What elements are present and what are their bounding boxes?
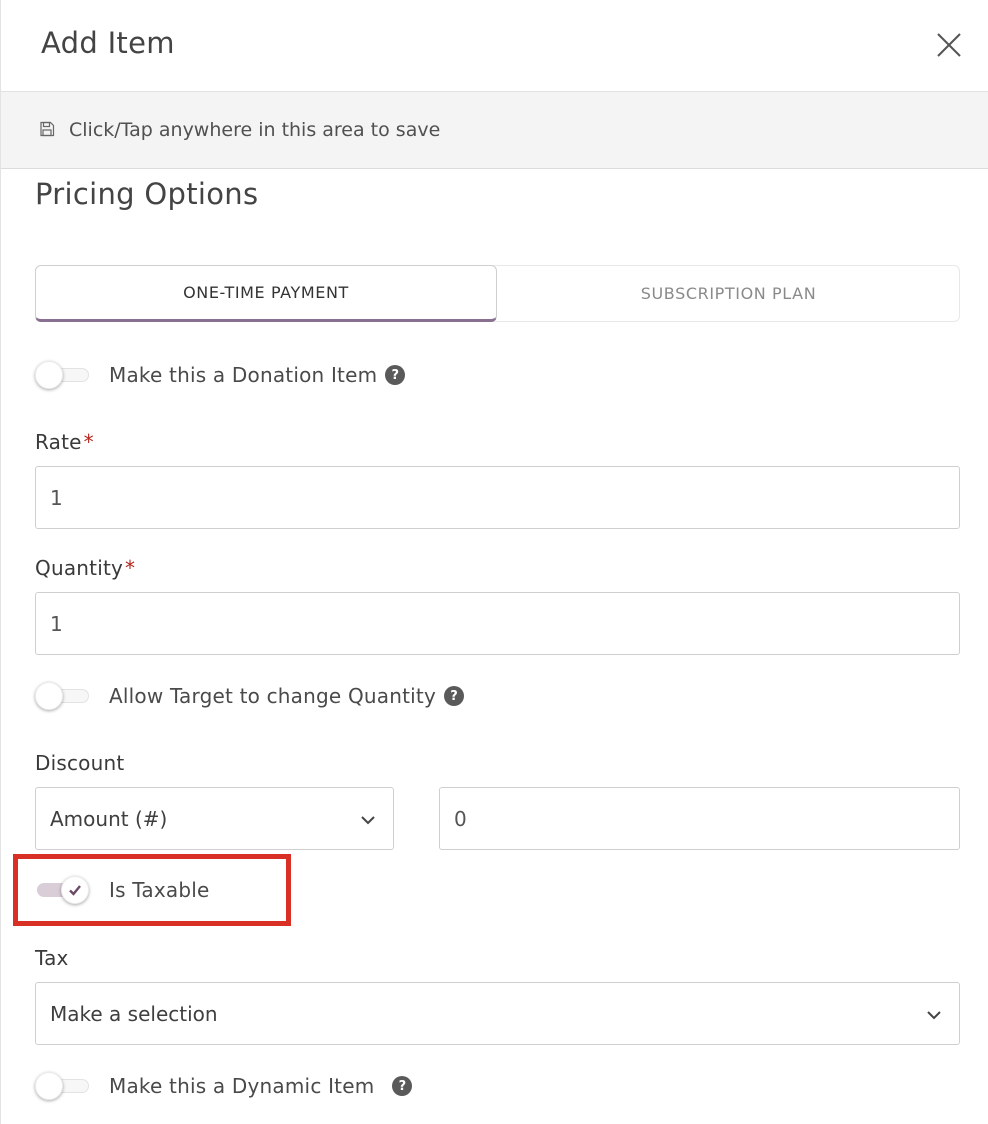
save-area[interactable]: Click/Tap anywhere in this area to save [1,92,988,169]
tax-select[interactable]: Make a selection [35,982,960,1045]
required-marker: * [125,556,136,580]
allow-change-quantity-row: Allow Target to change Quantity ? [35,680,465,712]
quantity-input[interactable] [35,592,960,655]
allow-change-quantity-label: Allow Target to change Quantity [109,684,437,708]
donation-label: Make this a Donation Item [109,363,378,387]
donation-toggle[interactable] [35,361,89,389]
donation-row: Make this a Donation Item ? [35,359,406,391]
discount-type-value: Amount (#) [50,807,168,831]
allow-change-quantity-toggle[interactable] [35,682,89,710]
taxable-row: Is Taxable [35,874,210,906]
required-marker: * [83,430,94,454]
tax-label: Tax [35,946,69,970]
save-area-text: Click/Tap anywhere in this area to save [69,119,441,141]
discount-type-select[interactable]: Amount (#) [35,787,394,850]
help-icon[interactable]: ? [392,1076,413,1096]
rate-label: Rate * [35,430,94,454]
rate-input[interactable] [35,466,960,529]
dynamic-toggle[interactable] [35,1072,89,1100]
close-button[interactable] [931,27,967,63]
add-item-modal: Add Item Click/Tap anywhere in this area… [0,0,988,1124]
tab-subscription-plan[interactable]: SUBSCRIPTION PLAN [497,265,960,322]
payment-type-tabs: ONE-TIME PAYMENT SUBSCRIPTION PLAN [35,265,960,322]
save-icon [40,121,55,137]
section-title: Pricing Options [35,177,259,211]
help-icon[interactable]: ? [444,686,465,706]
dynamic-row: Make this a Dynamic Item ? [35,1070,413,1102]
chevron-down-icon [927,1011,941,1020]
help-icon[interactable]: ? [385,365,406,385]
discount-label: Discount [35,751,125,775]
taxable-label: Is Taxable [109,878,210,902]
chevron-down-icon [361,816,375,825]
modal-title: Add Item [41,26,175,60]
quantity-label: Quantity * [35,556,136,580]
check-icon [69,885,81,896]
close-icon [937,33,961,57]
tax-select-placeholder: Make a selection [50,1002,218,1026]
taxable-toggle[interactable] [35,876,89,904]
tab-one-time-payment[interactable]: ONE-TIME PAYMENT [35,265,497,322]
discount-value-input[interactable] [439,787,960,850]
dynamic-label: Make this a Dynamic Item [109,1074,375,1098]
modal-header: Add Item [1,0,988,92]
